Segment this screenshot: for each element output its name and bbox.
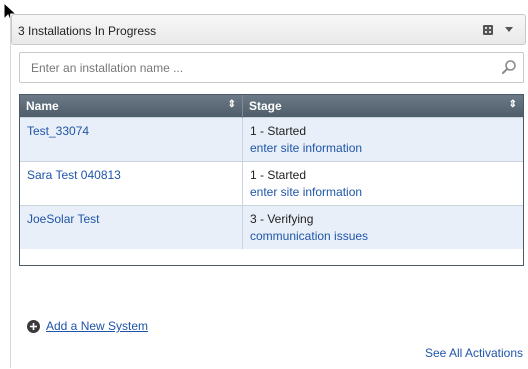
search-input[interactable] [20,53,501,82]
search-box [19,52,524,83]
chevron-down-icon[interactable] [503,24,515,36]
installation-name-link[interactable]: JoeSolar Test [27,212,100,226]
column-header-name-label: Name [26,99,59,113]
search-icon[interactable] [501,59,517,75]
add-system-row[interactable]: Add a New System [27,319,148,333]
grid-menu-icon[interactable] [482,24,494,36]
plus-circle-icon[interactable] [27,319,40,333]
panel-title: 3 Installations In Progress [18,24,157,38]
installation-name-link[interactable]: Test_33074 [27,124,89,138]
column-header-name[interactable]: Name ⇕ [20,95,243,118]
panel-header: 3 Installations In Progress [11,14,526,45]
installations-table: Name ⇕ Stage ⇕ Test_33074 1 - Started en… [19,94,524,266]
stage-text: 3 - Verifying [250,212,314,226]
installations-panel: 3 Installations In Progress Name ⇕ [10,14,528,368]
stage-action-link[interactable]: communication issues [250,229,516,243]
table-row: Sara Test 040813 1 - Started enter site … [20,161,523,206]
table-row: Test_33074 1 - Started enter site inform… [20,117,523,162]
sort-icon[interactable]: ⇕ [509,99,517,110]
installation-name-link[interactable]: Sara Test 040813 [27,168,121,182]
stage-text: 1 - Started [250,124,307,138]
table-row: JoeSolar Test 3 - Verifying communicatio… [20,205,523,249]
sort-icon[interactable]: ⇕ [228,99,236,110]
stage-text: 1 - Started [250,168,307,182]
column-header-stage-label: Stage [249,99,282,113]
see-all-activations-link[interactable]: See All Activations [425,346,523,360]
add-new-system-link[interactable]: Add a New System [46,319,148,333]
stage-action-link[interactable]: enter site information [250,185,516,199]
column-header-stage[interactable]: Stage ⇕ [242,95,523,118]
stage-action-link[interactable]: enter site information [250,141,516,155]
